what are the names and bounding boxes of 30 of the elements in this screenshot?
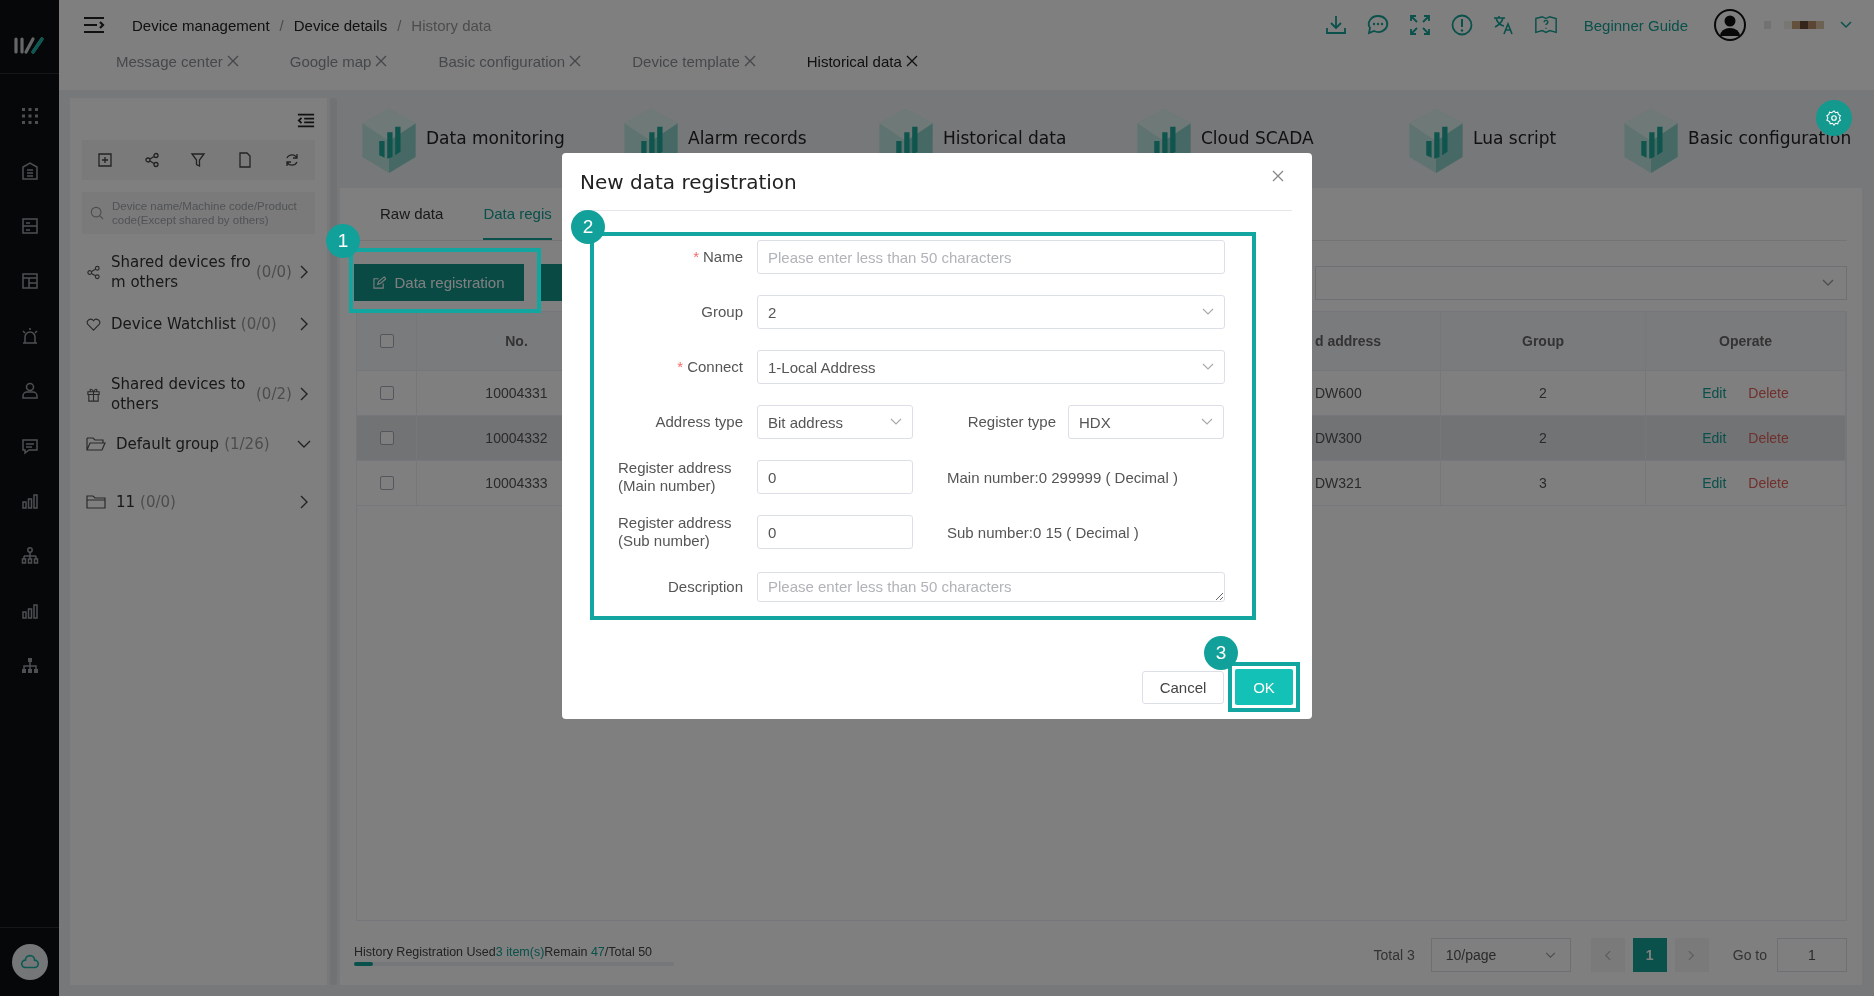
table-cell: 3	[1539, 475, 1547, 491]
table-cell: 2	[1539, 430, 1547, 446]
go-to-label: Go to	[1732, 947, 1767, 963]
range-hint: Sub number:0 15 ( Decimal )	[947, 523, 1139, 541]
column-header: d address	[1315, 333, 1382, 349]
field-label: * Name	[693, 248, 743, 266]
step-badge: 2	[571, 210, 605, 244]
field-label: Register address (Main number)	[618, 459, 733, 495]
table-cell: DW300	[1315, 430, 1362, 446]
step-badge: 3	[1204, 636, 1238, 670]
field-label: Description	[667, 578, 743, 596]
table-cell: 10004333	[485, 475, 548, 491]
table-cell: 10004332	[485, 430, 548, 446]
table-cell: DW321	[1315, 475, 1362, 491]
field-label: Group	[701, 303, 743, 321]
field-label: Register address (Sub number)	[618, 514, 733, 550]
table-cell: 2	[1539, 385, 1547, 401]
total-count: Total 3	[1373, 947, 1415, 963]
field-label: Address type	[655, 413, 743, 431]
dialog-title: New data registration	[580, 169, 797, 194]
table-cell: DW600	[1315, 385, 1362, 401]
breadcrumb-separator: /	[397, 16, 402, 34]
column-header: No.	[505, 333, 528, 349]
column-header: Operate	[1719, 333, 1772, 349]
column-header: Group	[1522, 333, 1564, 349]
field-label: Register type	[967, 413, 1056, 431]
range-hint: Main number:0 299999 ( Decimal )	[947, 468, 1178, 486]
breadcrumb-separator: /	[279, 16, 284, 34]
usage-summary: History Registration Used3 item(s)Remain 47/Total 50	[354, 944, 654, 959]
table-cell: 10004331	[485, 385, 548, 401]
